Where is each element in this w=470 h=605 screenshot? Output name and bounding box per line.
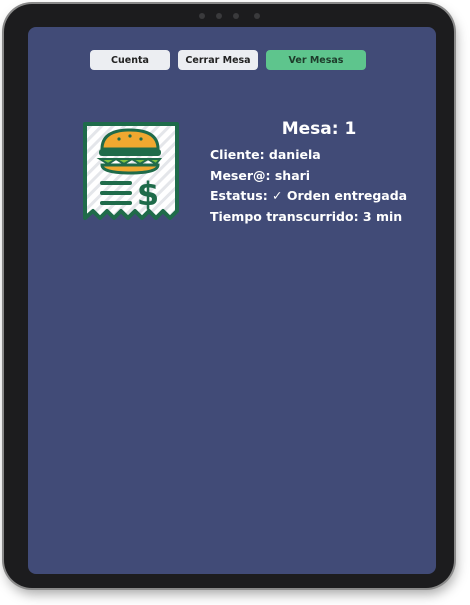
camera-dot — [254, 13, 260, 19]
app-screen: Cuenta Cerrar Mesa Ver Mesas $ Mesa: 1 C… — [28, 27, 436, 574]
mesa-info-panel: Mesa: 1 Cliente: daniela Meser@: shari E… — [210, 119, 420, 227]
ver-mesas-button[interactable]: Ver Mesas — [266, 50, 366, 70]
camera-dot — [216, 13, 222, 19]
mesero-text: Meser@: shari — [210, 167, 311, 183]
cerrar-mesa-button[interactable]: Cerrar Mesa — [178, 50, 258, 70]
camera-dot — [199, 13, 205, 19]
svg-text:$: $ — [137, 175, 159, 213]
estatus-text: Estatus: ✓ Orden entregada — [210, 188, 408, 203]
tiempo-text: Tiempo transcurrido: 3 min — [210, 208, 403, 224]
cliente-text: Cliente: daniela — [210, 147, 321, 162]
toolbar: Cuenta Cerrar Mesa Ver Mesas — [90, 50, 366, 70]
mesa-title: Mesa: 1 — [281, 119, 357, 139]
cuenta-button[interactable]: Cuenta — [90, 50, 170, 70]
burger-receipt-icon: $ — [82, 121, 180, 221]
tablet-frame: Cuenta Cerrar Mesa Ver Mesas $ Mesa: 1 C… — [4, 4, 454, 588]
camera-dot — [233, 13, 239, 19]
